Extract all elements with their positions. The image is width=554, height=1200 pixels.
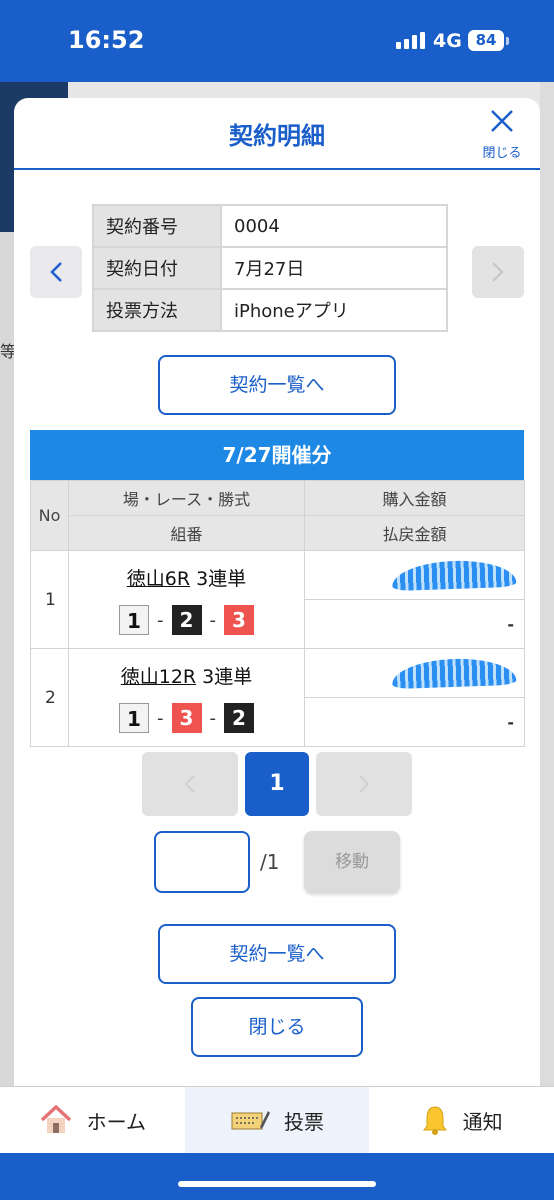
info-value: 7月27日 [220, 246, 448, 290]
boat-number: 1 [119, 605, 149, 635]
page-current-button[interactable]: 1 [245, 752, 309, 816]
chevron-right-icon [359, 775, 370, 793]
info-label: 契約日付 [92, 246, 222, 290]
row-no: 1 [30, 550, 69, 649]
contract-detail-modal: 契約明細 閉じる 契約番号 0004 契約日付 7月27日 投票方法 iPhon… [14, 98, 540, 1088]
boat-number: 1 [119, 703, 149, 733]
race-cell: 徳山12R 3連単 1 - 3 - 2 [68, 648, 305, 747]
home-icon [40, 1105, 71, 1133]
modal-title: 契約明細 [229, 122, 325, 150]
combo-dash: - [209, 707, 217, 729]
bet-type: 3連単 [202, 666, 253, 688]
status-time: 16:52 [68, 26, 145, 54]
combo-dash: - [157, 609, 164, 631]
next-contract-button[interactable] [472, 246, 524, 298]
redacted-amount [391, 656, 517, 690]
purchase-amount-cell [304, 648, 525, 698]
header-race-type: 場・レース・勝式 [68, 480, 305, 516]
bet-type: 3連単 [196, 568, 247, 590]
combo-dash: - [209, 609, 217, 631]
page-go-button[interactable]: 移動 [304, 831, 400, 893]
header-purchase-amount: 購入金額 [304, 480, 525, 516]
header-combination: 組番 [68, 515, 305, 551]
tab-home[interactable]: ホーム [0, 1087, 185, 1153]
info-value: 0004 [220, 204, 448, 248]
info-label: 契約番号 [92, 204, 222, 248]
boat-number: 2 [224, 703, 254, 733]
info-row: 契約番号 0004 [92, 204, 448, 248]
home-indicator [178, 1181, 376, 1187]
combo-dash: - [157, 707, 164, 729]
battery-tip [506, 37, 509, 45]
page-prev-button[interactable] [142, 752, 238, 816]
info-row: 契約日付 7月27日 [92, 246, 448, 290]
info-value: iPhoneアプリ [220, 288, 448, 332]
bell-icon [422, 1106, 447, 1135]
close-label: 閉じる [482, 146, 522, 161]
chevron-right-icon [492, 262, 504, 282]
tab-label: ホーム [86, 1109, 147, 1134]
combination: 1 - 3 - 2 [70, 703, 303, 733]
title-divider [14, 168, 540, 170]
contract-list-button-bottom[interactable]: 契約一覧へ [158, 924, 396, 984]
tab-label: 通知 [462, 1109, 503, 1134]
signal-icon [396, 32, 425, 49]
table-row: 1 徳山6R 3連単 1 - 2 - 3 [30, 550, 525, 649]
status-bar: 16:52 4G 84 [0, 0, 554, 82]
row-no: 2 [30, 648, 69, 747]
race-title: 徳山12R 3連単 [70, 656, 303, 689]
payout-amount: - [304, 599, 525, 649]
header-no: No [30, 480, 69, 551]
tab-notifications[interactable]: 通知 [369, 1087, 554, 1153]
table-header-row: 組番 払戻金額 [31, 515, 525, 551]
network-type: 4G [433, 30, 462, 52]
close-icon [476, 108, 528, 140]
battery-icon: 84 [468, 30, 504, 51]
race-link[interactable]: 徳山12R [121, 666, 196, 688]
contract-info-table: 契約番号 0004 契約日付 7月27日 投票方法 iPhoneアプリ [92, 204, 448, 332]
race-title: 徳山6R 3連単 [70, 558, 303, 591]
boat-number: 3 [224, 605, 254, 635]
redacted-amount [391, 558, 517, 592]
table-row: 2 徳山12R 3連単 1 - 3 - 2 [30, 648, 525, 747]
info-row: 投票方法 iPhoneアプリ [92, 288, 448, 332]
race-link[interactable]: 徳山6R [127, 568, 190, 590]
tab-label: 投票 [284, 1109, 324, 1134]
prev-contract-button[interactable] [30, 246, 82, 298]
page-total: /1 [260, 850, 280, 874]
purchase-amount-cell [304, 550, 525, 600]
chevron-left-icon [50, 262, 62, 282]
combination: 1 - 2 - 3 [70, 605, 303, 635]
page-next-button[interactable] [316, 752, 412, 816]
ticket-icon [231, 1111, 270, 1130]
section-header: 7/27開催分 [30, 430, 524, 480]
payout-amount: - [304, 697, 525, 747]
info-label: 投票方法 [92, 288, 222, 332]
boat-number: 2 [171, 605, 202, 635]
tab-bar: ホーム 投票 通知 [0, 1086, 554, 1153]
tab-vote[interactable]: 投票 [184, 1087, 370, 1153]
chevron-left-icon [184, 775, 195, 793]
boat-number: 3 [171, 703, 202, 733]
page-number-input[interactable] [154, 831, 250, 893]
bet-results-table: No 場・レース・勝式 購入金額 組番 払戻金額 1 徳山6R 3連単 1 - … [30, 480, 525, 747]
close-button[interactable]: 閉じる [476, 108, 528, 161]
background-right-strip [540, 82, 554, 1086]
contract-list-button[interactable]: 契約一覧へ [158, 355, 396, 415]
table-header-row: No 場・レース・勝式 購入金額 [30, 480, 525, 551]
race-cell: 徳山6R 3連単 1 - 2 - 3 [68, 550, 305, 649]
close-modal-button[interactable]: 閉じる [191, 997, 363, 1057]
header-payout-amount: 払戻金額 [304, 515, 525, 551]
